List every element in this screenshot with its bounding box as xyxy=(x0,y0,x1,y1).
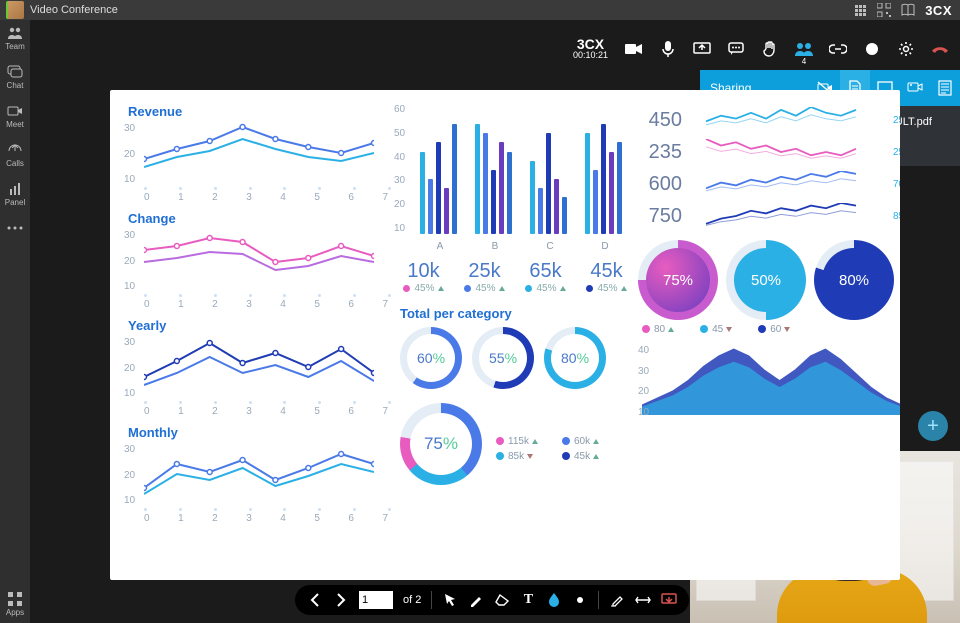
qr-icon[interactable] xyxy=(877,3,891,17)
sidebar-item-team[interactable]: Team xyxy=(5,26,25,51)
add-button[interactable]: + xyxy=(918,411,948,441)
pen-tool[interactable] xyxy=(468,592,484,608)
chat-button[interactable] xyxy=(726,39,746,59)
sidebar-item-apps[interactable]: Apps xyxy=(6,592,24,617)
highlighter-tool[interactable] xyxy=(609,592,625,608)
fit-width-button[interactable] xyxy=(635,592,651,608)
raise-hand-button[interactable] xyxy=(760,39,780,59)
sidebar-label: Calls xyxy=(6,159,24,168)
hangup-button[interactable] xyxy=(930,39,950,59)
window-title: Video Conference xyxy=(30,4,118,16)
sidebar-label: Panel xyxy=(5,198,25,207)
brand-logo: 3CX xyxy=(925,3,952,18)
sidebar-item-more[interactable] xyxy=(7,221,23,235)
grid-icon[interactable] xyxy=(853,3,867,17)
sidebar-item-panel[interactable]: Panel xyxy=(5,182,25,207)
share-whiteboard-tab[interactable] xyxy=(900,70,930,106)
avatar[interactable] xyxy=(6,1,24,19)
sidebar-label: Apps xyxy=(6,608,24,617)
color-picker[interactable] xyxy=(546,592,562,608)
prev-page-button[interactable] xyxy=(307,592,323,608)
more-icon xyxy=(7,221,23,235)
link-button[interactable] xyxy=(828,39,848,59)
next-page-button[interactable] xyxy=(333,592,349,608)
panel-icon xyxy=(7,182,23,196)
stop-share-button[interactable] xyxy=(661,592,677,608)
sidebar-label: Team xyxy=(5,42,25,51)
settings-button[interactable] xyxy=(896,39,916,59)
share-screen-button[interactable] xyxy=(692,39,712,59)
left-rail: Team Chat Meet Calls Panel Apps xyxy=(0,20,30,623)
chart-title-revenue: Revenue xyxy=(128,104,388,119)
record-button[interactable] xyxy=(862,39,882,59)
sidebar-label: Chat xyxy=(7,81,24,90)
sidebar-item-meet[interactable]: Meet xyxy=(6,104,24,129)
apps-icon xyxy=(7,592,23,606)
camera-toggle[interactable] xyxy=(624,39,644,59)
stroke-width[interactable] xyxy=(572,592,588,608)
conference-toolbar: 3CX 00:10:21 4 xyxy=(563,34,960,64)
titlebar: Video Conference 3CX xyxy=(0,0,960,20)
call-timer: 3CX 00:10:21 xyxy=(573,38,608,60)
chart-title-monthly: Monthly xyxy=(128,425,388,440)
stage: 3CX 00:10:21 4 Sharing get_s xyxy=(30,20,960,623)
chat-icon xyxy=(7,65,23,79)
share-pdf-tab[interactable] xyxy=(930,70,960,106)
sidebar-item-calls[interactable]: Calls xyxy=(6,143,24,168)
sidebar-label: Meet xyxy=(6,120,24,129)
page-toolbar: of 2 T xyxy=(295,585,689,615)
shared-document: Revenue30201001234567Change3020100123456… xyxy=(110,90,900,580)
page-number-input[interactable] xyxy=(359,591,393,609)
team-icon xyxy=(7,26,23,40)
participants-button[interactable]: 4 xyxy=(794,39,814,59)
eraser-tool[interactable] xyxy=(494,592,510,608)
pointer-tool[interactable] xyxy=(442,592,458,608)
text-tool[interactable]: T xyxy=(520,592,536,608)
total-title: Total per category xyxy=(400,306,630,321)
book-icon[interactable] xyxy=(901,3,915,17)
mic-toggle[interactable] xyxy=(658,39,678,59)
calls-icon xyxy=(7,143,23,157)
chart-title-yearly: Yearly xyxy=(128,318,388,333)
sidebar-item-chat[interactable]: Chat xyxy=(7,65,24,90)
meet-icon xyxy=(7,104,23,118)
page-total-label: of 2 xyxy=(403,594,421,606)
chart-title-change: Change xyxy=(128,211,388,226)
